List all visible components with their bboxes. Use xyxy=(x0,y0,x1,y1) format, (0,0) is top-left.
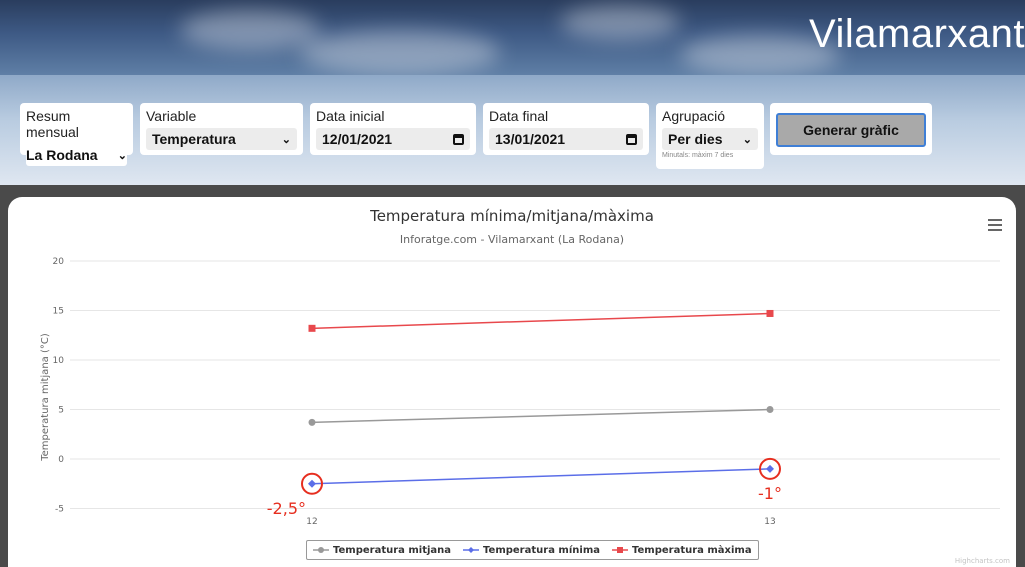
legend-item-mitjana[interactable]: Temperatura mitjana xyxy=(313,545,451,556)
data-point[interactable] xyxy=(308,418,316,426)
data-point[interactable] xyxy=(766,464,774,473)
series-line xyxy=(311,312,771,330)
chart-container: Temperatura mínima/mitjana/màxima Infora… xyxy=(8,197,1016,567)
chart-credits: Highcharts.com xyxy=(954,557,1010,565)
y-tick-label: -5 xyxy=(55,505,64,515)
annotation-label: -1° xyxy=(758,484,782,503)
x-tick-label: 12 xyxy=(306,517,317,527)
end-date-input[interactable]: Data final 13/01/2021 xyxy=(483,103,649,155)
grouping-value: Per dies xyxy=(668,131,723,147)
x-tick-label: 13 xyxy=(764,517,775,527)
calendar-icon[interactable] xyxy=(453,133,464,145)
series-2 xyxy=(308,309,774,332)
legend-label-maxima: Temperatura màxima xyxy=(632,544,752,556)
station-select[interactable]: Resum mensual La Rodana ⌄ xyxy=(20,103,133,166)
data-point[interactable] xyxy=(766,406,774,413)
data-point[interactable] xyxy=(308,324,316,332)
legend-item-minima[interactable]: Temperatura mínima xyxy=(463,545,600,556)
y-axis-label: Temperatura mitjana (°C) xyxy=(40,333,51,462)
y-axis-ticks: 20 15 10 5 0 -5 xyxy=(53,257,65,515)
y-tick-label: 5 xyxy=(58,406,64,416)
data-point[interactable] xyxy=(308,479,316,488)
header-banner: Vilamarxant xyxy=(0,0,1025,75)
y-tick-label: 20 xyxy=(53,257,65,267)
start-date-label: Data inicial xyxy=(316,108,385,124)
legend-label-mitjana: Temperatura mitjana xyxy=(333,544,452,556)
annotation-label: -2,5° xyxy=(267,499,306,518)
y-tick-label: 0 xyxy=(58,455,64,465)
x-axis-ticks: 12 13 xyxy=(306,517,775,527)
station-value: La Rodana xyxy=(26,147,98,163)
calendar-icon[interactable] xyxy=(626,133,637,145)
variable-label: Variable xyxy=(146,108,197,124)
generate-chart-button[interactable]: Generar gràfic xyxy=(776,113,926,147)
chevron-down-icon: ⌄ xyxy=(742,133,752,146)
end-date-value: 13/01/2021 xyxy=(495,131,566,147)
legend-label-minima: Temperatura mínima xyxy=(483,544,600,556)
legend-item-maxima[interactable]: Temperatura màxima xyxy=(612,545,752,556)
grouping-hint: Minutals: màxim 7 dies xyxy=(662,152,734,159)
station-label: Resum mensual xyxy=(26,108,79,140)
legend-marker-maxima xyxy=(612,547,628,553)
grouping-select[interactable]: Agrupació Per dies ⌄ Minutals: màxim 7 d… xyxy=(656,103,764,169)
series-0 xyxy=(308,406,774,426)
line-chart: 20 15 10 5 0 -5 12 13 Temperatura mitjana (°C)… xyxy=(40,257,1000,527)
controls-panel: Resum mensual La Rodana ⌄ Variable Tempe… xyxy=(0,75,1025,185)
series-lines xyxy=(308,309,774,488)
start-date-value: 12/01/2021 xyxy=(322,131,393,147)
end-date-label: Data final xyxy=(489,108,549,124)
start-date-input[interactable]: Data inicial 12/01/2021 xyxy=(310,103,476,155)
legend-marker-mitjana xyxy=(313,547,329,553)
data-point[interactable] xyxy=(766,309,774,317)
series-line xyxy=(311,468,771,485)
y-tick-label: 10 xyxy=(53,356,65,366)
y-tick-label: 15 xyxy=(53,307,64,317)
chevron-down-icon: ⌄ xyxy=(117,149,127,162)
chart-legend: Temperatura mitjana Temperatura mínima T… xyxy=(306,540,759,560)
series-1 xyxy=(308,464,774,488)
legend-marker-minima xyxy=(463,547,480,553)
chevron-down-icon: ⌄ xyxy=(281,133,291,146)
grid-lines xyxy=(70,260,1000,509)
variable-select[interactable]: Variable Temperatura ⌄ xyxy=(140,103,303,155)
variable-value: Temperatura xyxy=(152,131,236,147)
site-title: Vilamarxant xyxy=(809,12,1025,56)
grouping-label: Agrupació xyxy=(662,108,726,124)
series-line xyxy=(311,408,771,424)
